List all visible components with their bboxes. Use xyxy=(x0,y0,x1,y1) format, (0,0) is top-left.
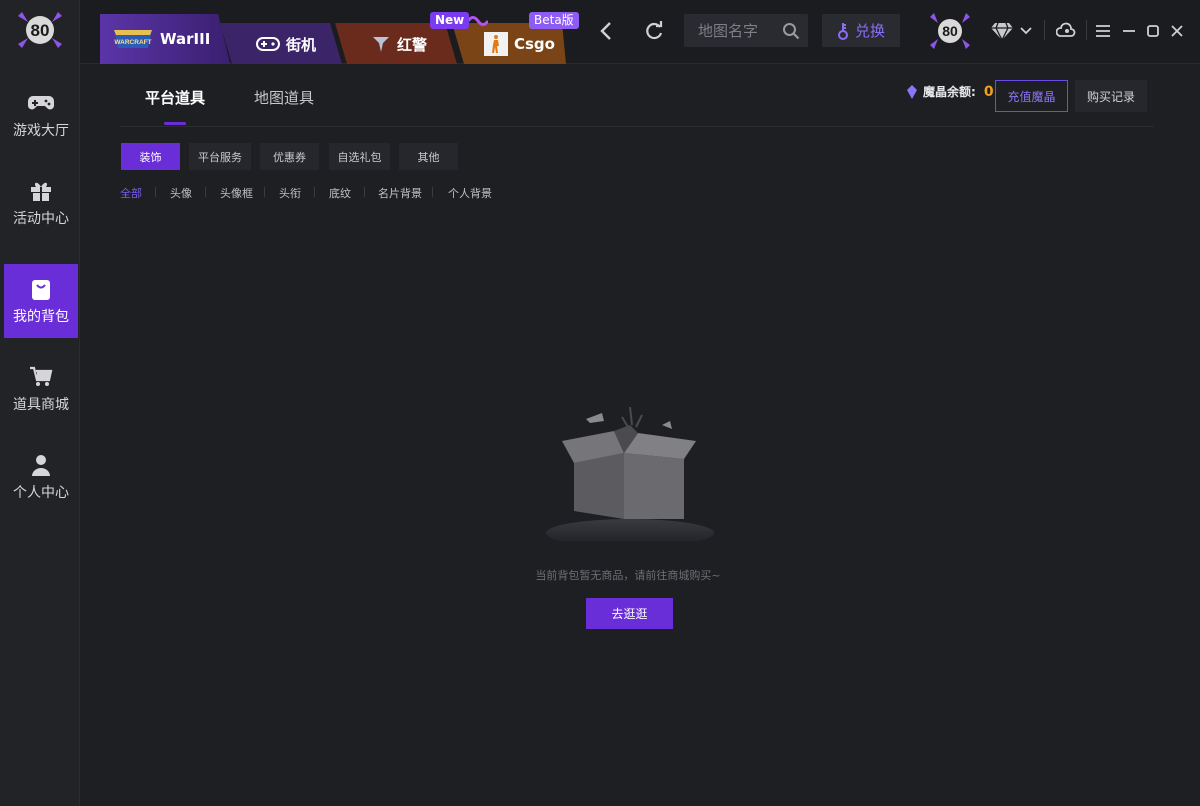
subcategory-profile-background[interactable]: 个人背景 xyxy=(448,185,492,201)
divider xyxy=(155,187,156,197)
sidebar-item-label: 我的背包 xyxy=(13,309,69,325)
sidebar-item-activity-center[interactable]: 活动中心 xyxy=(4,166,78,240)
header-divider xyxy=(120,126,1154,127)
subcategory-avatar[interactable]: 头像 xyxy=(170,185,192,201)
sidebar-item-personal-center[interactable]: 个人中心 xyxy=(4,440,78,514)
divider xyxy=(264,187,265,197)
gamepad-icon xyxy=(256,37,280,51)
main-content: 平台道具 地图道具 魔晶余额: 0 充值魔晶 购买记录 装饰 平台服务 优惠券 … xyxy=(80,65,1200,806)
divider xyxy=(314,187,315,197)
map-search-input[interactable] xyxy=(698,21,782,40)
search-icon[interactable] xyxy=(782,22,800,40)
tab-label: WarIII xyxy=(160,30,211,48)
topbar-divider xyxy=(1086,20,1087,40)
divider xyxy=(364,187,365,197)
subcategory-all[interactable]: 全部 xyxy=(120,185,142,201)
active-tab-indicator xyxy=(164,122,186,125)
tab-label: Csgo xyxy=(514,35,555,53)
sidebar-item-label: 活动中心 xyxy=(13,211,69,227)
avatar: 80 xyxy=(930,13,970,49)
beta-badge: Beta版 xyxy=(529,12,579,29)
maximize-icon xyxy=(1147,25,1159,37)
subcategory-pattern[interactable]: 底纹 xyxy=(329,185,351,201)
gift-icon xyxy=(28,178,54,204)
back-button[interactable] xyxy=(592,14,620,48)
diamond-icon xyxy=(991,22,1013,41)
svg-text:WARCRAFT: WARCRAFT xyxy=(114,39,151,46)
sidebar-item-my-bag[interactable]: 我的背包 xyxy=(4,264,78,338)
map-search-box[interactable] xyxy=(684,14,808,47)
refresh-icon xyxy=(646,21,663,40)
community-button[interactable] xyxy=(1054,14,1078,48)
close-icon xyxy=(1171,25,1183,37)
crystal-icon xyxy=(907,84,917,99)
svg-text:80: 80 xyxy=(31,21,50,40)
sidebar: 80 游戏大厅 活动中心 我的背包 道具商城 个人中心 xyxy=(0,0,80,806)
sidebar-item-label: 个人中心 xyxy=(13,485,69,501)
key-icon xyxy=(837,22,848,40)
tab-label: 红警 xyxy=(397,35,428,54)
sidebar-item-label: 游戏大厅 xyxy=(13,123,69,139)
divider xyxy=(432,187,433,197)
cart-icon xyxy=(28,364,54,390)
tab-arcade[interactable]: 街机 xyxy=(220,14,346,64)
user-icon xyxy=(28,452,54,478)
category-other[interactable]: 其他 xyxy=(399,143,458,170)
menu-icon xyxy=(1096,25,1110,37)
bag-icon xyxy=(28,276,54,302)
sidebar-item-item-mall[interactable]: 道具商城 xyxy=(4,352,78,426)
app-logo[interactable]: 80 xyxy=(14,10,66,50)
subcategory-avatar-frame[interactable]: 头像框 xyxy=(220,185,253,201)
redeem-button[interactable]: 兑换 xyxy=(822,14,900,47)
category-platform-service[interactable]: 平台服务 xyxy=(189,143,251,170)
chevron-left-icon xyxy=(600,22,611,40)
gamepad-icon xyxy=(28,90,54,116)
subcategory-card-background[interactable]: 名片背景 xyxy=(378,185,422,201)
minimize-button[interactable] xyxy=(1120,14,1138,48)
go-shopping-button[interactable]: 去逛逛 xyxy=(586,598,673,629)
menu-button[interactable] xyxy=(1094,14,1112,48)
maximize-button[interactable] xyxy=(1144,14,1162,48)
purchase-history-button[interactable]: 购买记录 xyxy=(1075,80,1147,112)
redeem-label: 兑换 xyxy=(854,22,885,40)
sidebar-item-label: 道具商城 xyxy=(13,397,69,413)
empty-box-illustration xyxy=(546,406,714,541)
category-coupon[interactable]: 优惠券 xyxy=(260,143,319,170)
category-gift-pack[interactable]: 自选礼包 xyxy=(329,143,390,170)
tab-platform-items[interactable]: 平台道具 xyxy=(145,87,205,108)
refresh-button[interactable] xyxy=(640,14,668,48)
close-button[interactable] xyxy=(1168,14,1186,48)
red-alert-icon xyxy=(373,37,389,52)
warcraft-logo-icon: WARCRAFT xyxy=(114,30,152,48)
crystal-balance: 魔晶余额: 0 xyxy=(907,83,994,100)
sidebar-item-game-hall[interactable]: 游戏大厅 xyxy=(4,78,78,152)
chevron-down-icon xyxy=(1020,27,1032,35)
svg-text:80: 80 xyxy=(942,23,958,39)
cloud-user-icon xyxy=(1056,22,1076,37)
divider xyxy=(205,187,206,197)
category-decoration[interactable]: 装饰 xyxy=(121,143,180,170)
tab-war3[interactable]: WARCRAFT WarIII xyxy=(100,14,230,64)
tab-map-items[interactable]: 地图道具 xyxy=(254,87,314,108)
tab-label: 街机 xyxy=(286,35,317,54)
top-bar: WARCRAFT WarIII 街机 红警 Csgo New Beta版 地图名… xyxy=(80,0,1200,64)
empty-state-message: 当前背包暂无商品，请前往商城购买~ xyxy=(535,569,721,582)
subcategory-title[interactable]: 头衔 xyxy=(279,185,301,201)
csgo-icon xyxy=(484,32,508,56)
vip-dropdown[interactable] xyxy=(988,14,1034,48)
topbar-divider xyxy=(1044,20,1045,40)
balance-label: 魔晶余额: xyxy=(923,85,976,99)
balance-value: 0 xyxy=(983,83,994,100)
new-badge: New xyxy=(430,12,470,29)
minimize-icon xyxy=(1123,30,1135,32)
user-avatar[interactable]: 80 xyxy=(928,13,972,49)
recharge-button[interactable]: 充值魔晶 xyxy=(995,80,1068,112)
